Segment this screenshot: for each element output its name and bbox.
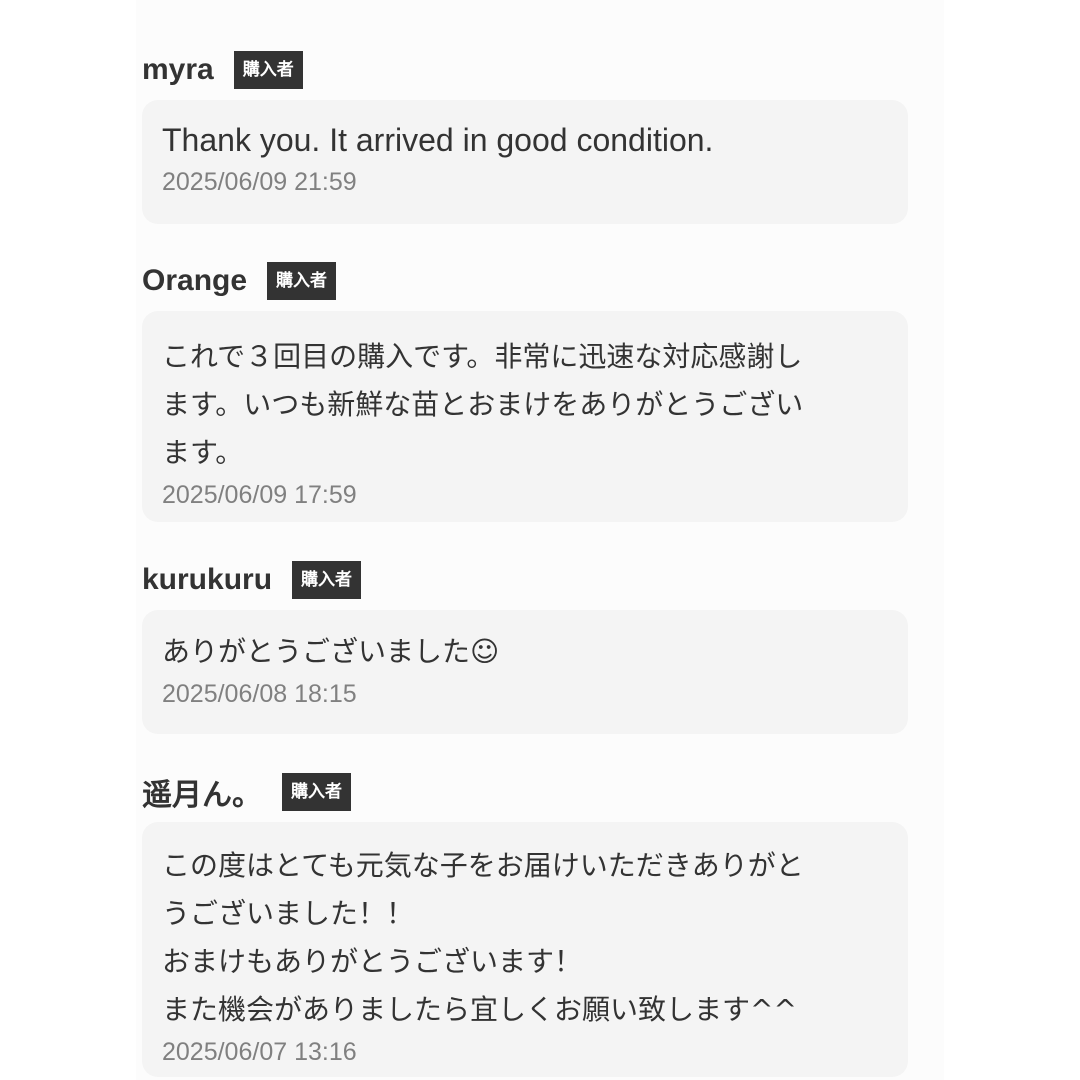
comment-text: Thank you. It arrived in good condition.	[162, 122, 714, 158]
comment-timestamp: 2025/06/09 21:59	[162, 168, 357, 196]
comment-timestamp: 2025/06/08 18:15	[162, 680, 357, 708]
comment-timestamp: 2025/06/07 13:16	[162, 1038, 357, 1066]
buyer-badge: 購入者	[233, 51, 303, 89]
comment-text: これで３回目の購入です。非常に迅速な対応感謝し ます。いつも新鮮な苗とおまけをあ…	[162, 340, 804, 469]
buyer-badge: 購入者	[267, 262, 337, 300]
reviewer-name[interactable]: Orange	[142, 264, 247, 298]
reviewer-name[interactable]: myra	[142, 53, 214, 87]
buyer-badge: 購入者	[292, 561, 362, 599]
reviewer-name[interactable]: kurukuru	[142, 563, 272, 597]
comment-bubble: Thank you. It arrived in good condition.…	[142, 100, 908, 224]
reviewer-header: myra 購入者	[142, 50, 303, 90]
comment-text: この度はとても元気な子をお届けいただきありがと うございました！！ おまけもあり…	[162, 849, 804, 1026]
comment-bubble: ありがとうございました☺ 2025/06/08 18:15	[142, 610, 908, 734]
buyer-badge: 購入者	[282, 773, 351, 811]
review-item: 遥月ん。 購入者 この度はとても元気な子をお届けいただきありがと うございました…	[142, 772, 908, 1077]
reviewer-header: Orange 購入者	[142, 261, 337, 301]
comment-text: ありがとうございました☺	[162, 635, 500, 668]
review-item: kurukuru 購入者 ありがとうございました☺ 2025/06/08 18:…	[142, 560, 908, 736]
review-item: myra 購入者 Thank you. It arrived in good c…	[142, 50, 908, 226]
comment-bubble: これで３回目の購入です。非常に迅速な対応感謝し ます。いつも新鮮な苗とおまけをあ…	[142, 311, 908, 522]
reviewer-name[interactable]: 遥月ん。	[142, 770, 262, 814]
review-item: Orange 購入者 これで３回目の購入です。非常に迅速な対応感謝し ます。いつ…	[142, 261, 908, 523]
comment-timestamp: 2025/06/09 17:59	[162, 481, 357, 509]
comment-bubble: この度はとても元気な子をお届けいただきありがと うございました！！ おまけもあり…	[142, 822, 908, 1077]
reviewer-header: 遥月ん。 購入者	[142, 772, 351, 812]
reviewer-header: kurukuru 購入者	[142, 560, 362, 600]
